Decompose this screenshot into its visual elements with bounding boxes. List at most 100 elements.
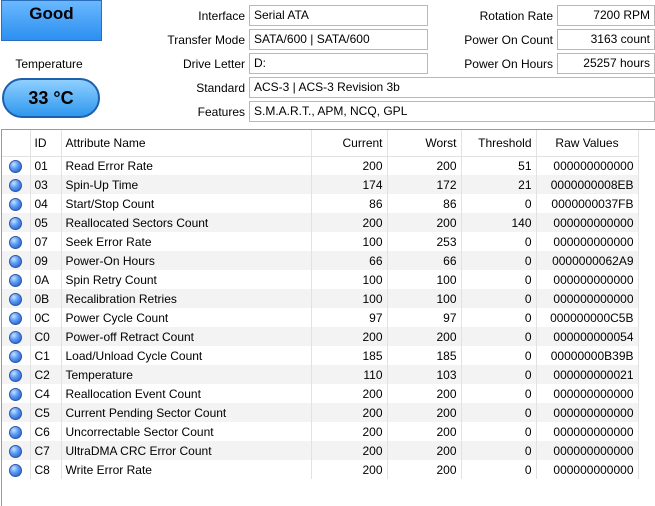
- attribute-worst: 86: [387, 194, 462, 213]
- features-field: S.M.A.R.T., APM, NCQ, GPL: [249, 101, 655, 122]
- table-row[interactable]: C8 Write Error Rate 200 200 0 000000000000: [2, 460, 639, 479]
- column-header-id[interactable]: ID: [30, 130, 62, 157]
- attribute-raw-value: 0000000008EB: [536, 175, 639, 194]
- status-dot-icon: [9, 254, 22, 268]
- attribute-id: C2: [30, 365, 62, 384]
- table-row[interactable]: 0C Power Cycle Count 97 97 0 000000000C5B: [2, 308, 639, 327]
- attribute-threshold: 0: [461, 441, 537, 460]
- attribute-current: 174: [311, 175, 388, 194]
- table-row[interactable]: C1 Load/Unload Cycle Count 185 185 0 00000000…: [2, 346, 639, 365]
- attribute-current: 100: [311, 270, 388, 289]
- attribute-threshold: 0: [461, 308, 537, 327]
- attribute-worst: 200: [387, 384, 462, 403]
- table-row[interactable]: C5 Current Pending Sector Count 200 200 0 000…: [2, 403, 639, 422]
- attribute-current: 100: [311, 232, 388, 251]
- table-row[interactable]: 0B Recalibration Retries 100 100 0 0000000000…: [2, 289, 639, 308]
- attribute-raw-value: 000000000000: [536, 403, 639, 422]
- status-dot-icon: [9, 463, 22, 477]
- attribute-worst: 97: [387, 308, 462, 327]
- attribute-name: Power-On Hours: [61, 251, 312, 270]
- attribute-worst: 253: [387, 232, 462, 251]
- column-header-worst[interactable]: Worst: [387, 130, 462, 157]
- attribute-id: C6: [30, 422, 62, 441]
- attribute-name: Write Error Rate: [61, 460, 312, 479]
- attribute-threshold: 0: [461, 365, 537, 384]
- table-row[interactable]: C0 Power-off Retract Count 200 200 0 00000000…: [2, 327, 639, 346]
- status-dot-icon: [9, 349, 22, 363]
- status-cell: [2, 460, 31, 479]
- attribute-current: 200: [311, 213, 388, 232]
- attribute-worst: 200: [387, 327, 462, 346]
- attribute-worst: 200: [387, 422, 462, 441]
- table-row[interactable]: C4 Reallocation Event Count 200 200 0 0000000…: [2, 384, 639, 403]
- column-header-raw[interactable]: Raw Values: [536, 130, 639, 157]
- attribute-id: C5: [30, 403, 62, 422]
- transfer-mode-label: Transfer Mode: [167, 33, 245, 47]
- status-cell: [2, 384, 31, 403]
- attribute-current: 86: [311, 194, 388, 213]
- attribute-id: 03: [30, 175, 62, 194]
- table-row[interactable]: 01 Read Error Rate 200 200 51 000000000000: [2, 156, 639, 175]
- smart-attribute-table[interactable]: ID Attribute Name Current Worst Threshol…: [1, 129, 655, 506]
- attribute-current: 200: [311, 422, 388, 441]
- attribute-id: 0B: [30, 289, 62, 308]
- column-header-current[interactable]: Current: [311, 130, 388, 157]
- status-cell: [2, 422, 31, 441]
- status-cell: [2, 403, 31, 422]
- status-cell: [2, 194, 31, 213]
- attribute-id: C1: [30, 346, 62, 365]
- column-header-threshold[interactable]: Threshold: [461, 130, 537, 157]
- attribute-name: Uncorrectable Sector Count: [61, 422, 312, 441]
- table-row[interactable]: 09 Power-On Hours 66 66 0 0000000062A9: [2, 251, 639, 270]
- attribute-current: 200: [311, 460, 388, 479]
- status-cell: [2, 156, 31, 175]
- attribute-threshold: 0: [461, 422, 537, 441]
- standard-field: ACS-3 | ACS-3 Revision 3b: [249, 77, 655, 98]
- rotation-rate-field: 7200 RPM: [557, 5, 655, 26]
- attribute-threshold: 51: [461, 156, 537, 175]
- table-row[interactable]: 03 Spin-Up Time 174 172 21 0000000008EB: [2, 175, 639, 194]
- table-row[interactable]: 0A Spin Retry Count 100 100 0 000000000000: [2, 270, 639, 289]
- attribute-current: 97: [311, 308, 388, 327]
- status-dot-icon: [9, 368, 22, 382]
- status-dot-icon: [9, 330, 22, 344]
- table-row[interactable]: C7 UltraDMA CRC Error Count 200 200 0 0000000…: [2, 441, 639, 460]
- attribute-id: C8: [30, 460, 62, 479]
- table-row[interactable]: 07 Seek Error Rate 100 253 0 000000000000: [2, 232, 639, 251]
- attribute-id: 0C: [30, 308, 62, 327]
- health-status-button[interactable]: Good: [1, 0, 102, 41]
- drive-letter-label: Drive Letter: [182, 57, 245, 71]
- standard-label: Standard: [196, 81, 245, 95]
- status-dot-icon: [9, 425, 22, 439]
- status-cell: [2, 213, 31, 232]
- table-row[interactable]: C2 Temperature 110 103 0 000000000021: [2, 365, 639, 384]
- attribute-current: 200: [311, 384, 388, 403]
- table-row[interactable]: 05 Reallocated Sectors Count 200 200 140 0000…: [2, 213, 639, 232]
- attribute-raw-value: 000000000000: [536, 441, 639, 460]
- attribute-raw-value: 00000000B39B: [536, 346, 639, 365]
- attribute-worst: 200: [387, 441, 462, 460]
- attribute-raw-value: 000000000021: [536, 365, 639, 384]
- column-header-name[interactable]: Attribute Name: [61, 130, 312, 157]
- temperature-label: Temperature: [15, 57, 83, 71]
- interface-field: Serial ATA: [249, 5, 428, 26]
- power-on-count-label: Power On Count: [464, 33, 553, 47]
- attribute-worst: 200: [387, 460, 462, 479]
- status-cell: [2, 175, 31, 194]
- table-row[interactable]: 04 Start/Stop Count 86 86 0 0000000037FB: [2, 194, 639, 213]
- attribute-raw-value: 000000000054: [536, 327, 639, 346]
- attribute-name: Start/Stop Count: [61, 194, 312, 213]
- attribute-name: UltraDMA CRC Error Count: [61, 441, 312, 460]
- attribute-name: Seek Error Rate: [61, 232, 312, 251]
- table-header-row: ID Attribute Name Current Worst Threshol…: [2, 130, 639, 157]
- attribute-threshold: 0: [461, 327, 537, 346]
- column-header-status[interactable]: [2, 130, 31, 157]
- status-cell: [2, 289, 31, 308]
- attribute-name: Reallocated Sectors Count: [61, 213, 312, 232]
- table-row[interactable]: C6 Uncorrectable Sector Count 200 200 0 00000…: [2, 422, 639, 441]
- temperature-value[interactable]: 33 °C: [2, 78, 100, 118]
- status-dot-icon: [9, 235, 22, 249]
- features-label: Features: [197, 105, 245, 119]
- attribute-name: Recalibration Retries: [61, 289, 312, 308]
- attribute-current: 66: [311, 251, 388, 270]
